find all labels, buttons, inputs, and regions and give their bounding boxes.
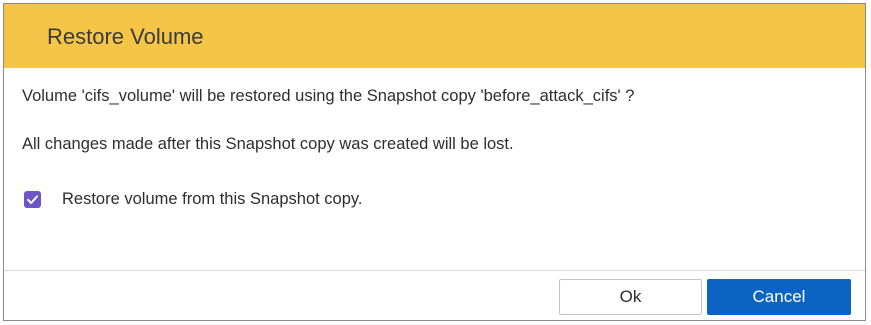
restore-from-snapshot-checkbox[interactable] — [24, 191, 41, 208]
dialog-title: Restore Volume — [47, 24, 204, 49]
restore-confirmation-message: Volume 'cifs_volume' will be restored us… — [22, 87, 635, 105]
dialog-header: Restore Volume — [4, 4, 865, 68]
cancel-button[interactable]: Cancel — [707, 279, 851, 315]
footer-divider — [4, 270, 865, 271]
data-loss-warning-message: All changes made after this Snapshot cop… — [22, 135, 514, 153]
restore-from-snapshot-label[interactable]: Restore volume from this Snapshot copy. — [62, 188, 363, 210]
ok-button[interactable]: Ok — [559, 279, 702, 315]
restore-volume-dialog: Restore Volume Volume 'cifs_volume' will… — [3, 3, 866, 321]
checkmark-icon — [27, 195, 38, 204]
